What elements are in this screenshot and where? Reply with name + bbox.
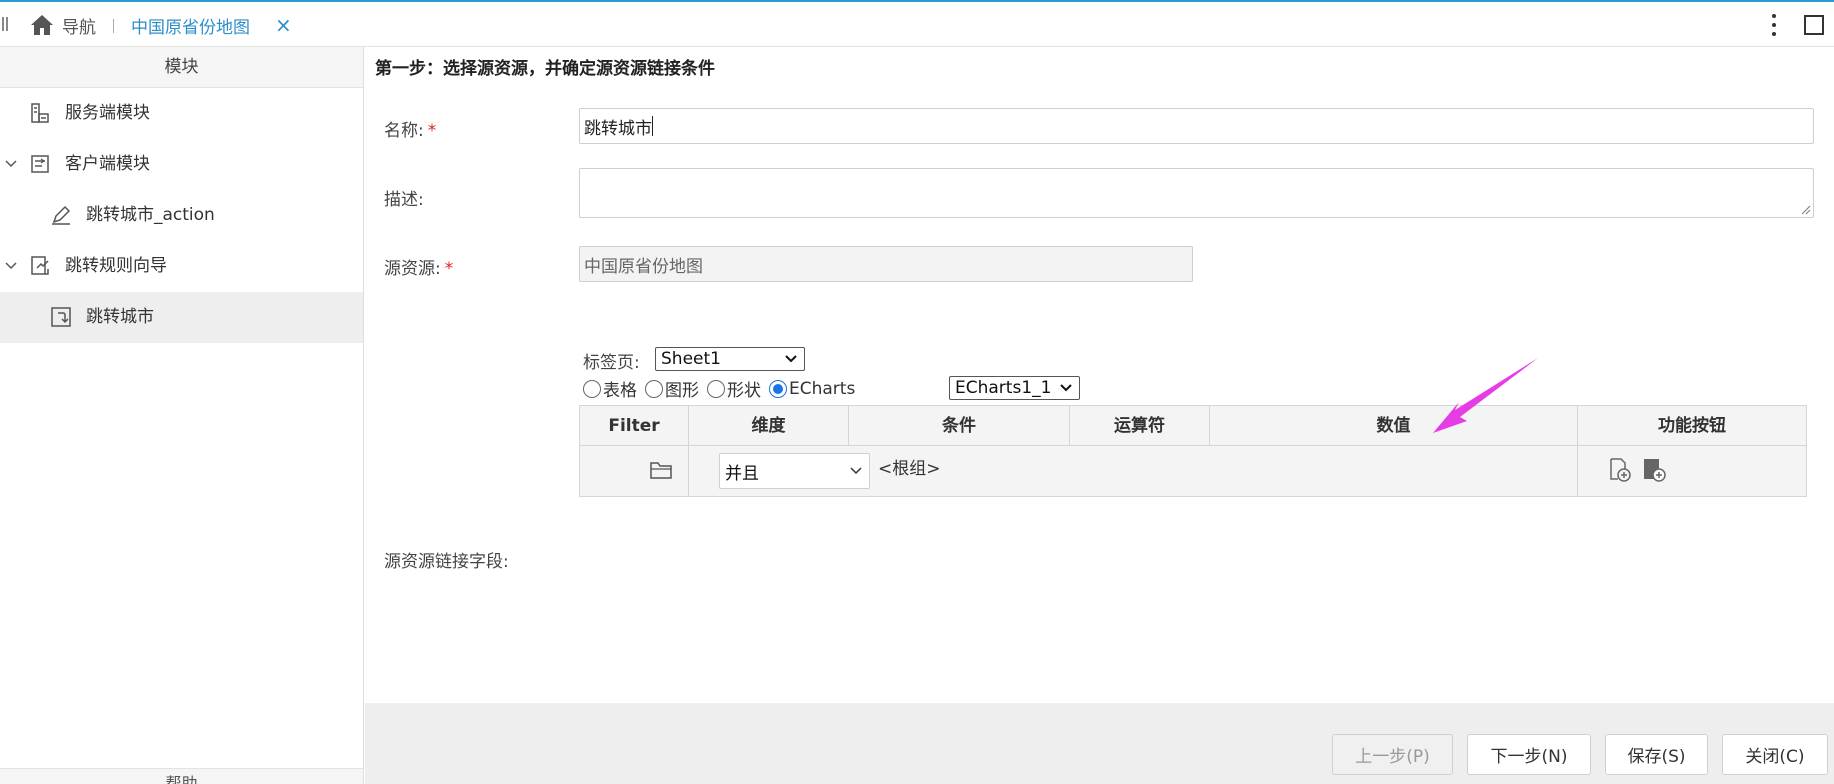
column-header: Filter <box>580 406 689 446</box>
logic-operator-value: 并且 <box>725 463 759 484</box>
radio-dot[interactable] <box>769 379 787 398</box>
radio-table[interactable]: 表格 <box>583 376 637 401</box>
sheet-select-value: Sheet1 <box>661 349 721 369</box>
server-module-icon <box>31 103 49 123</box>
home-icon <box>31 15 53 35</box>
required-mark: * <box>444 259 454 279</box>
tree-item-label: 跳转城市 <box>86 307 154 327</box>
action-bar: 上一步(P) 下一步(N) 保存(S) 关闭(C) <box>365 703 1834 784</box>
root-group-label: <根组> <box>878 459 941 479</box>
sheet-select[interactable]: Sheet1 <box>655 347 805 371</box>
tree-item-jump-city-action[interactable]: 跳转城市_action <box>0 190 363 241</box>
radio-dot[interactable] <box>645 379 663 398</box>
radio-dot[interactable] <box>583 379 601 398</box>
tree-item-jump-rule-wizard[interactable]: 跳转规则向导 <box>0 241 363 292</box>
radio-echarts[interactable]: ECharts <box>769 379 855 399</box>
add-condition-icon[interactable] <box>1608 457 1632 483</box>
tab-bar: 导航 中国原省份地图 × <box>0 0 1834 47</box>
pen-edit-icon <box>52 205 71 225</box>
source-resource-input[interactable]: 中国原省份地图 <box>579 246 1193 282</box>
column-header: 功能按钮 <box>1658 416 1726 436</box>
radio-dot[interactable] <box>707 379 725 398</box>
save-button[interactable]: 保存(S) <box>1605 734 1708 775</box>
logic-operator-select[interactable]: 并且 <box>719 453 870 489</box>
jump-rule-wizard-icon <box>31 256 49 275</box>
echarts-select-value: ECharts1_1 <box>955 378 1052 398</box>
prev-step-button[interactable]: 上一步(P) <box>1332 734 1453 775</box>
tree-item-server-module[interactable]: 服务端模块 <box>0 88 363 139</box>
tree-item-label: 服务端模块 <box>65 103 150 123</box>
radio-label: 形状 <box>727 381 761 401</box>
chevron-down-icon <box>1060 384 1072 392</box>
chevron-down-icon <box>850 467 862 475</box>
chevron-down-icon[interactable] <box>4 259 18 273</box>
description-textarea[interactable] <box>579 168 1814 218</box>
radio-label: 图形 <box>665 381 699 401</box>
jump-link-icon <box>51 307 71 327</box>
chevron-down-icon[interactable] <box>4 157 18 171</box>
name-label: 名称: * <box>384 121 437 141</box>
more-options-icon[interactable] <box>1770 11 1778 39</box>
step-title: 第一步：选择源资源，并确定源资源链接条件 <box>375 59 715 79</box>
sidebar-header: 模块 <box>0 47 363 88</box>
link-field-label: 源资源链接字段: <box>384 552 509 572</box>
tree-item-label: 客户端模块 <box>65 154 150 174</box>
module-sidebar: 模块 服务端模块 客户端模块 跳转城市_action 跳转规则向导 跳转城市 帮… <box>0 47 364 784</box>
tab-active[interactable]: 中国原省份地图 <box>131 12 250 38</box>
column-header: 维度 <box>689 406 849 446</box>
source-resource-value: 中国原省份地图 <box>584 256 703 277</box>
radio-label: 表格 <box>603 381 637 401</box>
group-cell: 并且 <根组> <box>689 446 1578 497</box>
close-tab-icon[interactable]: × <box>275 14 292 36</box>
name-input[interactable]: 跳转城市 <box>579 108 1814 144</box>
tree-item-client-module[interactable]: 客户端模块 <box>0 139 363 190</box>
close-button[interactable]: 关闭(C) <box>1722 734 1828 775</box>
drag-grip-icon[interactable] <box>2 17 8 31</box>
annotation-arrow <box>1433 358 1538 433</box>
wizard-panel: 第一步：选择源资源，并确定源资源链接条件 名称: * 跳转城市 描述: 源资源: *… <box>365 47 1834 703</box>
column-header: 运算符 <box>1070 406 1210 446</box>
folder-icon[interactable] <box>650 460 672 480</box>
echarts-select[interactable]: ECharts1_1 <box>949 376 1080 400</box>
next-step-button[interactable]: 下一步(N) <box>1467 734 1591 775</box>
source-label: 源资源: * <box>384 259 454 279</box>
tab-home[interactable]: 导航 <box>30 12 96 38</box>
table-row <box>580 446 689 497</box>
tab-separator <box>113 19 114 33</box>
component-type-radios: 表格 图形 形状 ECharts <box>583 376 863 401</box>
tree-item-label: 跳转规则向导 <box>65 256 167 276</box>
add-group-icon[interactable] <box>1642 457 1666 483</box>
grid-header: Filter 维度 条件 运算符 数值 功能按钮 <box>580 406 1806 446</box>
action-cell <box>1578 446 1806 497</box>
tree-item-label: 跳转城市_action <box>86 205 215 225</box>
sheet-label: 标签页: <box>583 353 640 373</box>
tree-item-jump-city[interactable]: 跳转城市 <box>0 292 363 343</box>
column-header: 条件 <box>849 406 1070 446</box>
chevron-down-icon <box>785 355 797 363</box>
filter-grid: Filter 维度 条件 运算符 数值 功能按钮 并且 <根组> <box>579 405 1807 497</box>
radio-label: ECharts <box>789 378 856 399</box>
description-label: 描述: <box>384 190 424 210</box>
tab-home-label: 导航 <box>62 17 96 38</box>
maximize-icon[interactable] <box>1804 15 1824 35</box>
radio-graph[interactable]: 图形 <box>645 376 699 401</box>
resize-grip-icon[interactable] <box>1799 203 1811 215</box>
required-mark: * <box>427 121 437 141</box>
help-panel-toggle[interactable]: 帮助 <box>0 768 363 784</box>
name-input-value: 跳转城市 <box>584 118 652 139</box>
radio-shape[interactable]: 形状 <box>707 376 761 401</box>
tab-active-label: 中国原省份地图 <box>131 17 250 38</box>
client-module-icon <box>31 155 49 173</box>
